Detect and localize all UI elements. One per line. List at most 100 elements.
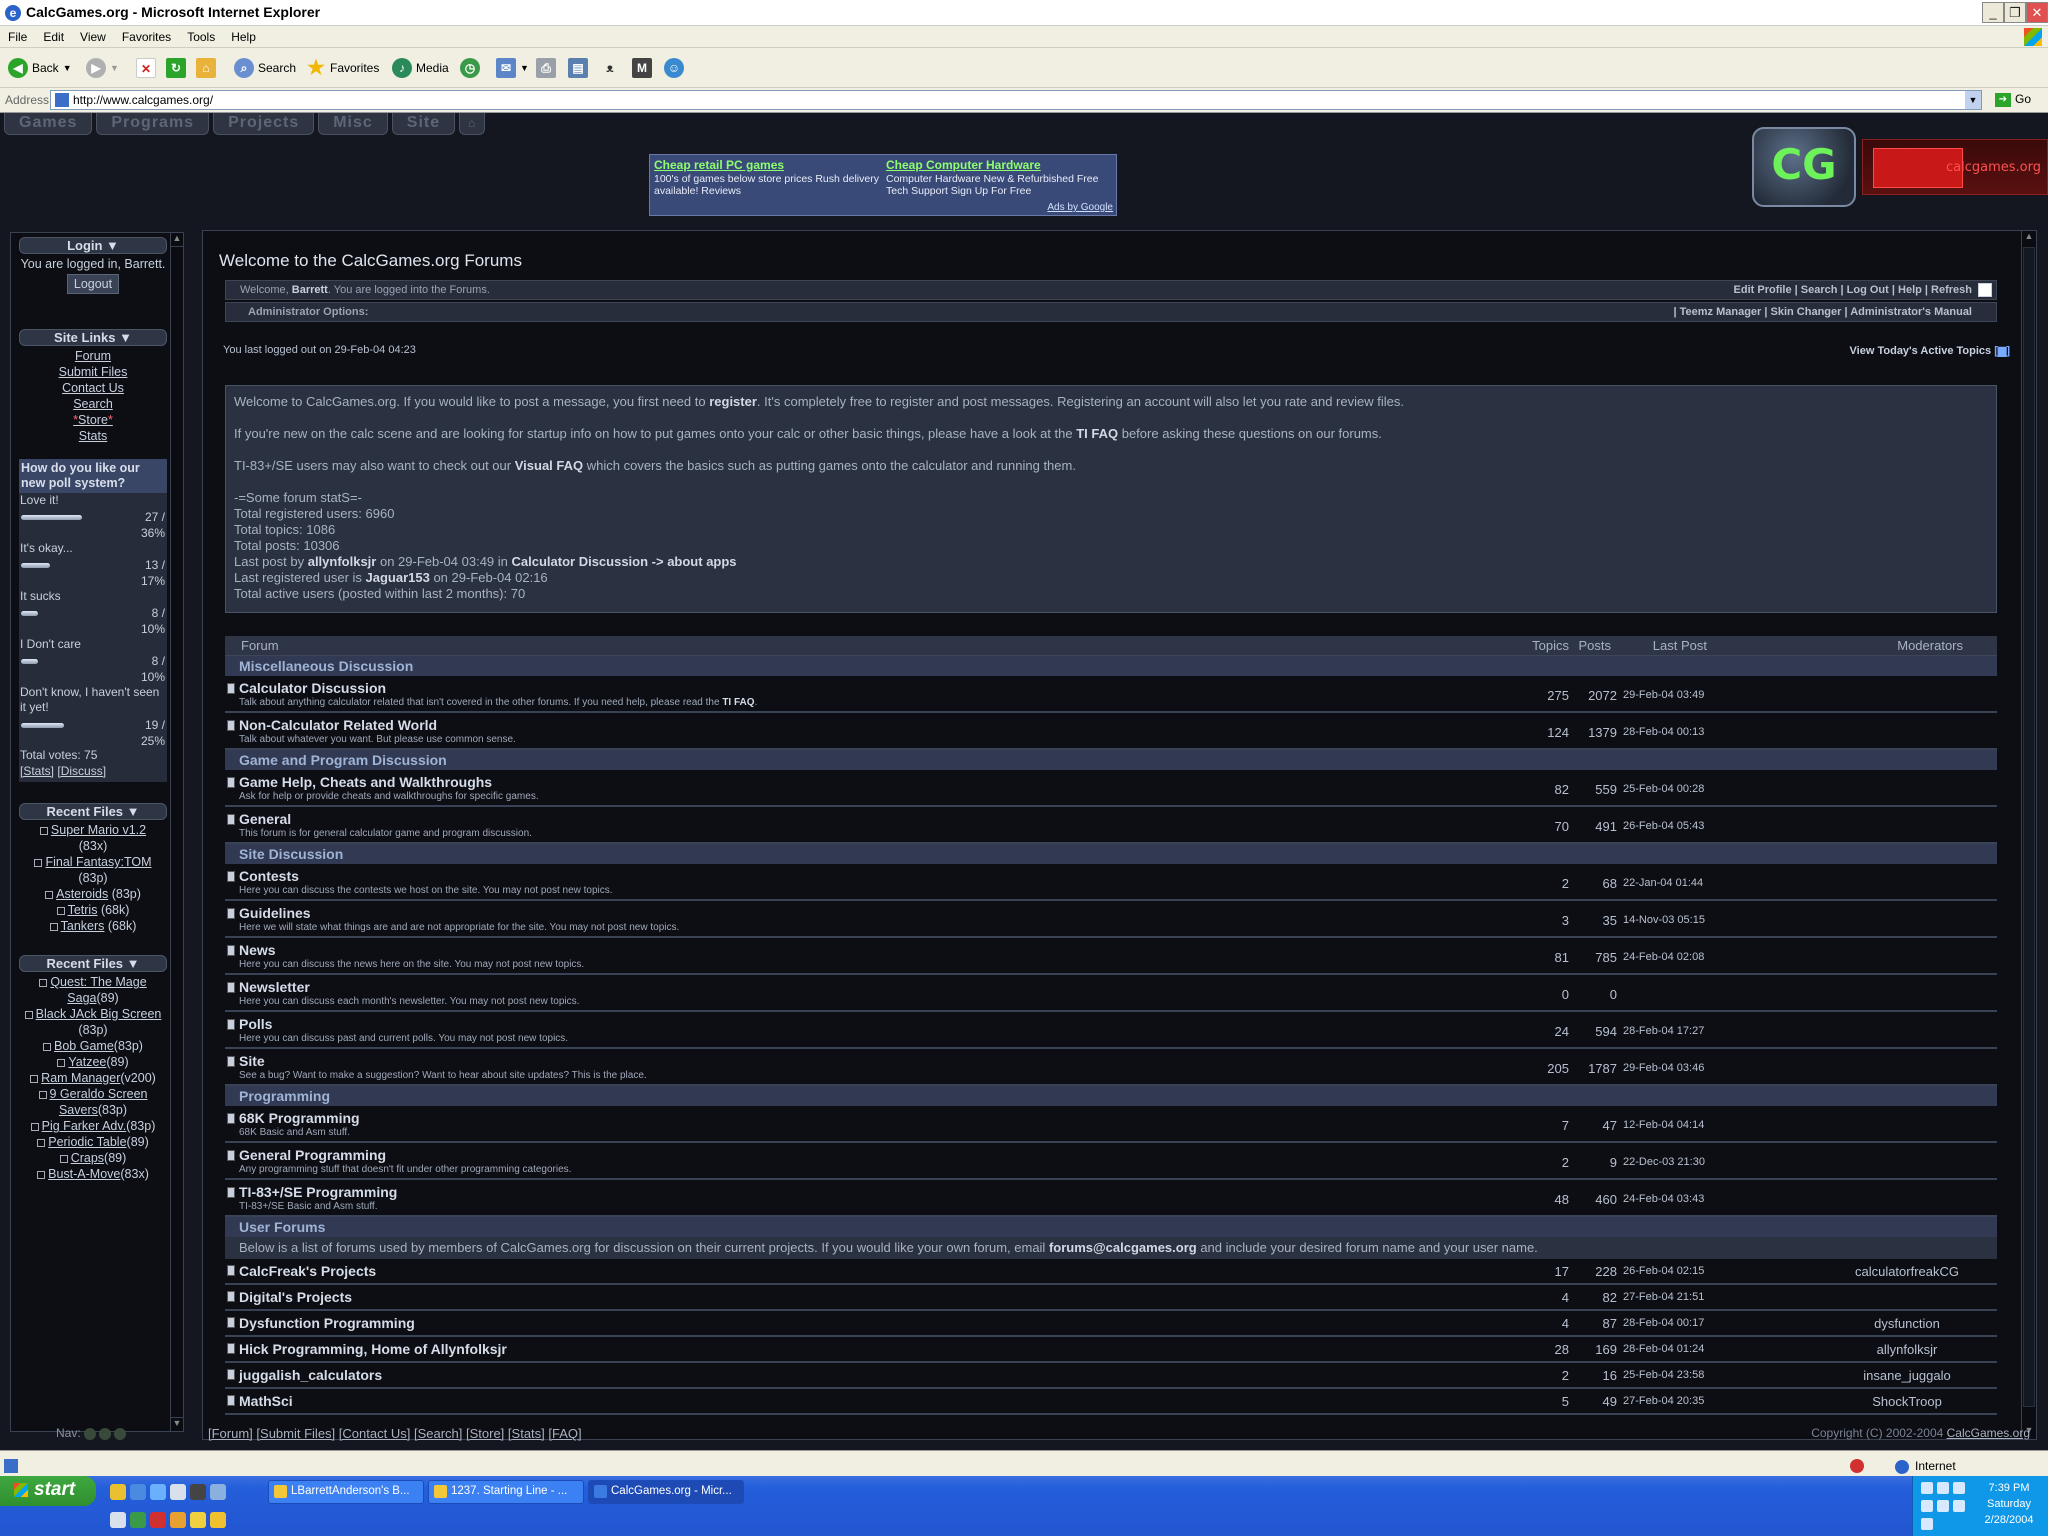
footer-link[interactable]: [Contact Us] (339, 1426, 411, 1441)
logout-button[interactable]: Logout (66, 274, 120, 294)
quicklaunch-icon[interactable] (150, 1484, 166, 1500)
forum-row[interactable]: News Here you can discuss the news here o… (225, 938, 1997, 975)
menu-view[interactable]: View (72, 26, 114, 44)
file-item[interactable]: Final Fantasy:TOM (83p) (19, 854, 167, 886)
tab-programs[interactable]: Programs (96, 113, 210, 135)
file-item[interactable]: Ram Manager(v200) (19, 1070, 167, 1086)
visual-faq-link[interactable]: Visual FAQ (515, 458, 583, 473)
forum-name[interactable]: TI-83+/SE Programming (239, 1184, 397, 1200)
footer-link[interactable]: [Submit Files] (256, 1426, 335, 1441)
moderators[interactable]: dysfunction (1827, 1316, 1987, 1331)
messenger-button[interactable]: ᴥ (600, 56, 620, 80)
category-header[interactable]: Miscellaneous Discussion (225, 656, 1997, 676)
messenger-people-button[interactable]: ☺ (664, 56, 684, 80)
last-registered-link[interactable]: Jaguar153 (366, 570, 430, 585)
forum-name[interactable]: General Programming (239, 1147, 386, 1163)
link-submit-files[interactable]: Submit Files (19, 364, 167, 380)
register-link[interactable]: register (709, 394, 757, 409)
clock[interactable]: 7:39 PM Saturday 2/28/2004 (1971, 1480, 2047, 1528)
link-forum[interactable]: Forum (19, 348, 167, 364)
category-header[interactable]: Programming (225, 1086, 1997, 1106)
quicklaunch-icon[interactable] (130, 1484, 146, 1500)
home-tab-icon[interactable]: ⌂ (459, 113, 486, 135)
tab-misc[interactable]: Misc (318, 113, 388, 135)
minimize-button[interactable]: _ (1982, 2, 2004, 23)
quicklaunch-icon[interactable] (130, 1512, 146, 1528)
login-header[interactable]: Login ▼ (19, 237, 167, 254)
forum-row[interactable]: Calculator Discussion Talk about anything… (225, 676, 1997, 713)
last-post[interactable]: 29-Feb-04 03:49 (1623, 689, 1723, 701)
forum-name[interactable]: Contests (239, 868, 299, 884)
footer-link[interactable]: [Stats] (508, 1426, 545, 1441)
user-forum-row[interactable]: MathSci 5 49 27-Feb-04 20:35 ShockTroop (225, 1389, 1997, 1415)
recent-files-header[interactable]: Recent Files ▼ (19, 955, 167, 972)
file-item[interactable]: Tankers (68k) (19, 918, 167, 934)
scroll-thumb[interactable] (2023, 247, 2035, 1407)
last-post[interactable]: 27-Feb-04 20:35 (1623, 1395, 1723, 1407)
forum-name[interactable]: General (239, 811, 291, 827)
forum-name[interactable]: Guidelines (239, 905, 311, 921)
ad-link[interactable]: Cheap retail PC games (654, 158, 882, 172)
nav-dot-icon[interactable] (98, 1427, 111, 1440)
moderators[interactable]: calculatorfreakCG (1827, 1264, 1987, 1279)
forum-name[interactable]: Calculator Discussion (239, 680, 386, 696)
forum-row[interactable]: TI-83+/SE Programming TI-83+/SE Basic and… (225, 1180, 1997, 1217)
last-post[interactable]: 28-Feb-04 00:13 (1623, 726, 1723, 738)
footer-link[interactable]: [Forum] (208, 1426, 253, 1441)
menu-file[interactable]: File (0, 26, 35, 44)
forum-row[interactable]: Game Help, Cheats and Walkthroughs Ask fo… (225, 770, 1997, 807)
forums-email-link[interactable]: forums@calcgames.org (1049, 1240, 1197, 1255)
forum-row[interactable]: Contests Here you can discuss the contest… (225, 864, 1997, 901)
last-post[interactable]: 29-Feb-04 03:46 (1623, 1062, 1723, 1074)
category-header[interactable]: Game and Program Discussion (225, 750, 1997, 770)
edit-button[interactable]: ▤ (568, 56, 588, 80)
active-topics-link[interactable]: View Today's Active Topics [▆] (1850, 344, 2010, 357)
copyright-link[interactable]: CalcGames.org (1947, 1426, 2030, 1440)
forum-row[interactable]: 68K Programming 68K Basic and Asm stuff. 7… (225, 1106, 1997, 1143)
forum-row[interactable]: Site See a bug? Want to make a suggestion… (225, 1049, 1997, 1086)
menu-tools[interactable]: Tools (179, 26, 223, 44)
menu-edit[interactable]: Edit (35, 26, 72, 44)
scroll-up-icon[interactable]: ▲ (2022, 231, 2036, 245)
taskbar-item-active[interactable]: CalcGames.org - Micr... (588, 1480, 744, 1504)
start-button[interactable]: start (0, 1476, 96, 1506)
quicklaunch-icon[interactable] (110, 1484, 126, 1500)
quicklaunch-icon[interactable] (110, 1512, 126, 1528)
forum-row[interactable]: Newsletter Here you can discuss each mont… (225, 975, 1997, 1012)
taskbar-item[interactable]: 1237. Starting Line - ... (428, 1480, 584, 1504)
site-logo[interactable]: CG calcgames.org (1750, 125, 2048, 215)
forum-row[interactable]: Guidelines Here we will state what things… (225, 901, 1997, 938)
last-post[interactable]: 26-Feb-04 05:43 (1623, 820, 1723, 832)
tray-icon[interactable] (1937, 1500, 1949, 1512)
forum-name[interactable]: 68K Programming (239, 1110, 360, 1126)
forum-name[interactable]: Game Help, Cheats and Walkthroughs (239, 774, 492, 790)
category-header[interactable]: User Forums (225, 1217, 1997, 1237)
go-button[interactable]: ➔ Go (1995, 92, 2031, 107)
ti-faq-link[interactable]: TI FAQ (1076, 426, 1118, 441)
address-input[interactable]: http://www.calcgames.org/▼ (50, 90, 1982, 110)
user-forum-row[interactable]: Dysfunction Programming 4 87 28-Feb-04 00:1… (225, 1311, 1997, 1337)
taskbar-item[interactable]: LBarrettAnderson's B... (268, 1480, 424, 1504)
ad-link[interactable]: Cheap Computer Hardware (886, 158, 1114, 172)
poll-discuss-link[interactable]: [Discuss] (57, 764, 106, 778)
quicklaunch-icon[interactable] (210, 1512, 226, 1528)
user-forum-row[interactable]: juggalish_calculators 2 16 25-Feb-04 23:58 i… (225, 1363, 1997, 1389)
forum-row[interactable]: General Programming Any programming stuff… (225, 1143, 1997, 1180)
link-search[interactable]: Search (19, 396, 167, 412)
quicklaunch-icon[interactable] (170, 1512, 186, 1528)
close-button[interactable]: ✕ (2026, 2, 2048, 23)
file-item[interactable]: Craps(89) (19, 1150, 167, 1166)
favorites-button[interactable]: ★ Favorites (306, 56, 379, 80)
poll-option[interactable]: It's okay... 13 /17% (19, 541, 167, 589)
file-item[interactable]: Quest: The Mage Saga(89) (19, 974, 167, 1006)
research-button[interactable]: M (632, 56, 652, 80)
search-button[interactable]: ⌕ Search (234, 56, 296, 80)
poll-option[interactable]: I Don't care 8 /10% (19, 637, 167, 685)
link-store[interactable]: *Store* (19, 412, 167, 428)
poll-stats-link[interactable]: [Stats] (20, 764, 54, 778)
ti-faq-link[interactable]: TI FAQ (722, 697, 754, 708)
file-item[interactable]: Super Mario v1.2 (83x) (19, 822, 167, 854)
footer-link[interactable]: [Store] (466, 1426, 504, 1441)
last-post[interactable]: 14-Nov-03 05:15 (1623, 914, 1723, 926)
forum-name[interactable]: Hick Programming, Home of Allynfolksjr (239, 1341, 507, 1357)
